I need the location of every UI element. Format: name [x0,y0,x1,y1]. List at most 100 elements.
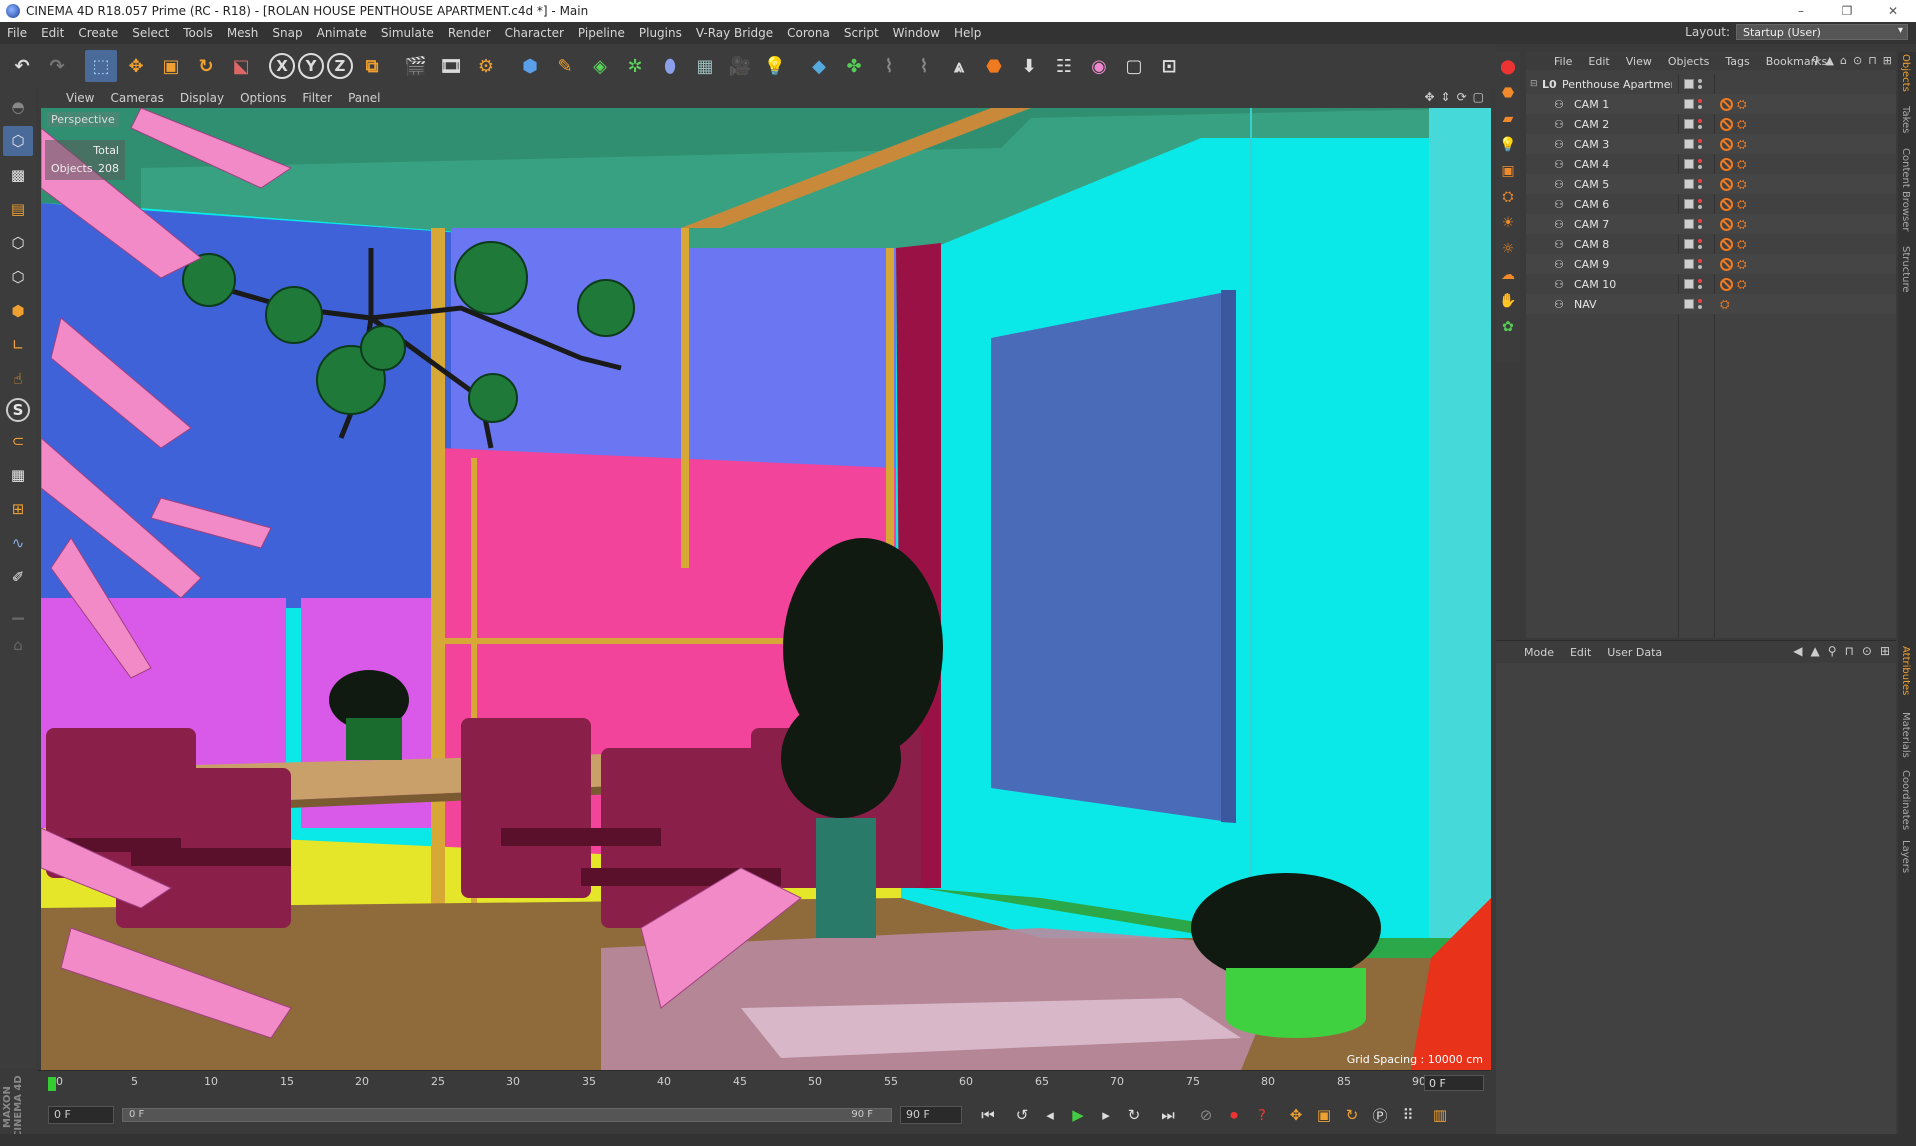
menu-tools[interactable]: Tools [176,26,220,40]
collapse-icon[interactable]: ⊟ [1530,79,1542,89]
corona-lightmix-icon[interactable]: ⊡ [1153,50,1185,82]
corona-scatter-icon[interactable]: ✿ [1497,316,1519,338]
rotate-view-icon[interactable]: ⟳ [1457,90,1467,104]
menu-window[interactable]: Window [886,26,947,40]
visibility-flags[interactable] [1684,199,1702,209]
object-tags[interactable]: ⛭ [1720,277,1747,292]
key-scale-icon[interactable]: ▣ [1312,1103,1336,1127]
axis-mode-icon[interactable]: ∟ [3,330,33,360]
object-tags[interactable]: ⛭ [1720,237,1747,252]
corona-camera-icon[interactable]: ⛭ [1497,186,1519,208]
edges-mode-icon[interactable]: ⬡ [3,262,33,292]
tree-row-cam5[interactable]: ⚇ CAM 5 ⛭ [1526,174,1896,194]
corona-color-icon[interactable]: ◉ [1083,50,1115,82]
corona-frame-icon[interactable]: ▣ [1497,160,1519,182]
link-icon[interactable]: ⊙ [1853,54,1862,67]
tree-row-nav[interactable]: ⚇ NAV ⛭ [1526,294,1896,314]
timeline-window-icon[interactable]: ▥ [1428,1103,1452,1127]
menu-character[interactable]: Character [498,26,571,40]
vray-tool-a-icon[interactable]: ⌇ [873,50,905,82]
corona-sun-icon[interactable]: ☀ [1497,212,1519,234]
recent-tools-button[interactable]: ⬕ [225,50,257,82]
viewport-menu-options[interactable]: Options [232,91,294,105]
menu-vray-bridge[interactable]: V-Ray Bridge [689,26,780,40]
menu-render[interactable]: Render [441,26,498,40]
maximize-view-icon[interactable]: ▢ [1473,90,1484,104]
playhead-marker[interactable] [48,1077,56,1091]
menu-script[interactable]: Script [837,26,886,40]
array-icon[interactable]: ✲ [619,50,651,82]
cube-primitive-icon[interactable]: ⬢ [514,50,546,82]
next-frame-icon[interactable]: ▸ [1094,1103,1118,1127]
paint-tool-icon[interactable]: ✐ [3,562,33,592]
floor-icon[interactable]: ▦ [689,50,721,82]
object-tags[interactable]: ⛭ [1720,97,1747,112]
spline-tool-icon[interactable]: ∿ [3,528,33,558]
undo-button[interactable]: ↶ [6,50,38,82]
object-tags[interactable]: ⛭ [1720,137,1747,152]
visibility-flags[interactable] [1684,279,1702,289]
tab-takes[interactable]: Takes [1900,106,1911,133]
tree-row-cam1[interactable]: ⚇ CAM 1 ⛭ [1526,94,1896,114]
visibility-flags[interactable] [1684,79,1702,89]
menu-corona[interactable]: Corona [780,26,837,40]
menu-pipeline[interactable]: Pipeline [571,26,632,40]
key-pla-icon[interactable]: ⠿ [1396,1103,1420,1127]
x-axis-lock-button[interactable]: X [269,53,295,79]
magnet-icon[interactable]: ⊂ [3,426,33,456]
om-menu-tags[interactable]: Tags [1717,55,1757,68]
corona-scatter-icon[interactable]: ⩓ [943,50,975,82]
subdivision-surface-icon[interactable]: ◈ [584,50,616,82]
preview-range-slider[interactable]: 0 F 90 F [122,1108,892,1122]
render-view-icon[interactable]: 🎬 [400,50,432,82]
corona-sky-icon[interactable]: ☼ [1497,238,1519,260]
menu-help[interactable]: Help [947,26,988,40]
menu-create[interactable]: Create [71,26,125,40]
vray-tool-b-icon[interactable]: ⌇ [908,50,940,82]
tree-row-cam7[interactable]: ⚇ CAM 7 ⛭ [1526,214,1896,234]
snap-toggle-icon[interactable]: S [6,398,30,422]
render-to-picture-viewer-icon[interactable]: 🎞 [435,50,467,82]
tree-row-cam6[interactable]: ⚇ CAM 6 ⛭ [1526,194,1896,214]
vray-material-icon[interactable]: ◆ [803,50,835,82]
menu-simulate[interactable]: Simulate [374,26,441,40]
lock-icon[interactable]: ⊓ [1868,54,1877,67]
y-axis-lock-button[interactable]: Y [298,53,324,79]
tab-content-browser[interactable]: Content Browser [1900,148,1911,231]
visibility-flags[interactable] [1684,119,1702,129]
corona-download-icon[interactable]: ⬇ [1013,50,1045,82]
object-tags[interactable]: ⛭ [1720,217,1747,232]
live-selection-button[interactable]: ⬚ [85,50,117,82]
object-tags[interactable]: ⛭ [1720,257,1747,272]
vray-proxy-icon[interactable]: ✤ [838,50,870,82]
object-tags[interactable]: ⛭ [1720,117,1747,132]
restore-button[interactable]: ❐ [1824,0,1870,22]
end-frame-field[interactable]: 90 F [900,1106,962,1124]
search-icon[interactable]: ⚲ [1828,644,1837,658]
visibility-flags[interactable] [1684,179,1702,189]
visibility-flags[interactable] [1684,139,1702,149]
new-window-icon[interactable]: ⊞ [1883,54,1892,67]
tree-row-cam3[interactable]: ⚇ CAM 3 ⛭ [1526,134,1896,154]
tree-row-cam2[interactable]: ⚇ CAM 2 ⛭ [1526,114,1896,134]
minimize-button[interactable]: – [1778,0,1824,22]
viewport-camera-label[interactable]: Perspective [47,112,119,127]
tab-structure[interactable]: Structure [1900,246,1911,293]
start-frame-field[interactable]: 0 F [48,1106,114,1124]
key-position-icon[interactable]: ✥ [1284,1103,1308,1127]
visibility-flags[interactable] [1684,219,1702,229]
close-button[interactable]: ✕ [1870,0,1916,22]
polygons-mode-icon[interactable]: ⬢ [3,296,33,326]
move-tool-button[interactable]: ✥ [120,50,152,82]
visibility-flags[interactable] [1684,99,1702,109]
menu-plugins[interactable]: Plugins [632,26,689,40]
scale-tool-button[interactable]: ▣ [155,50,187,82]
planar-workplane-icon[interactable]: ⊞ [3,494,33,524]
lock-icon[interactable]: ⊓ [1845,644,1854,658]
model-mode-icon[interactable]: ⬡ [3,126,33,156]
om-menu-file[interactable]: File [1546,55,1580,68]
corona-render-icon[interactable]: ⬣ [978,50,1010,82]
am-menu-edit[interactable]: Edit [1562,646,1599,659]
zoom-view-icon[interactable]: ⇕ [1441,90,1451,104]
visibility-flags[interactable] [1684,299,1702,309]
